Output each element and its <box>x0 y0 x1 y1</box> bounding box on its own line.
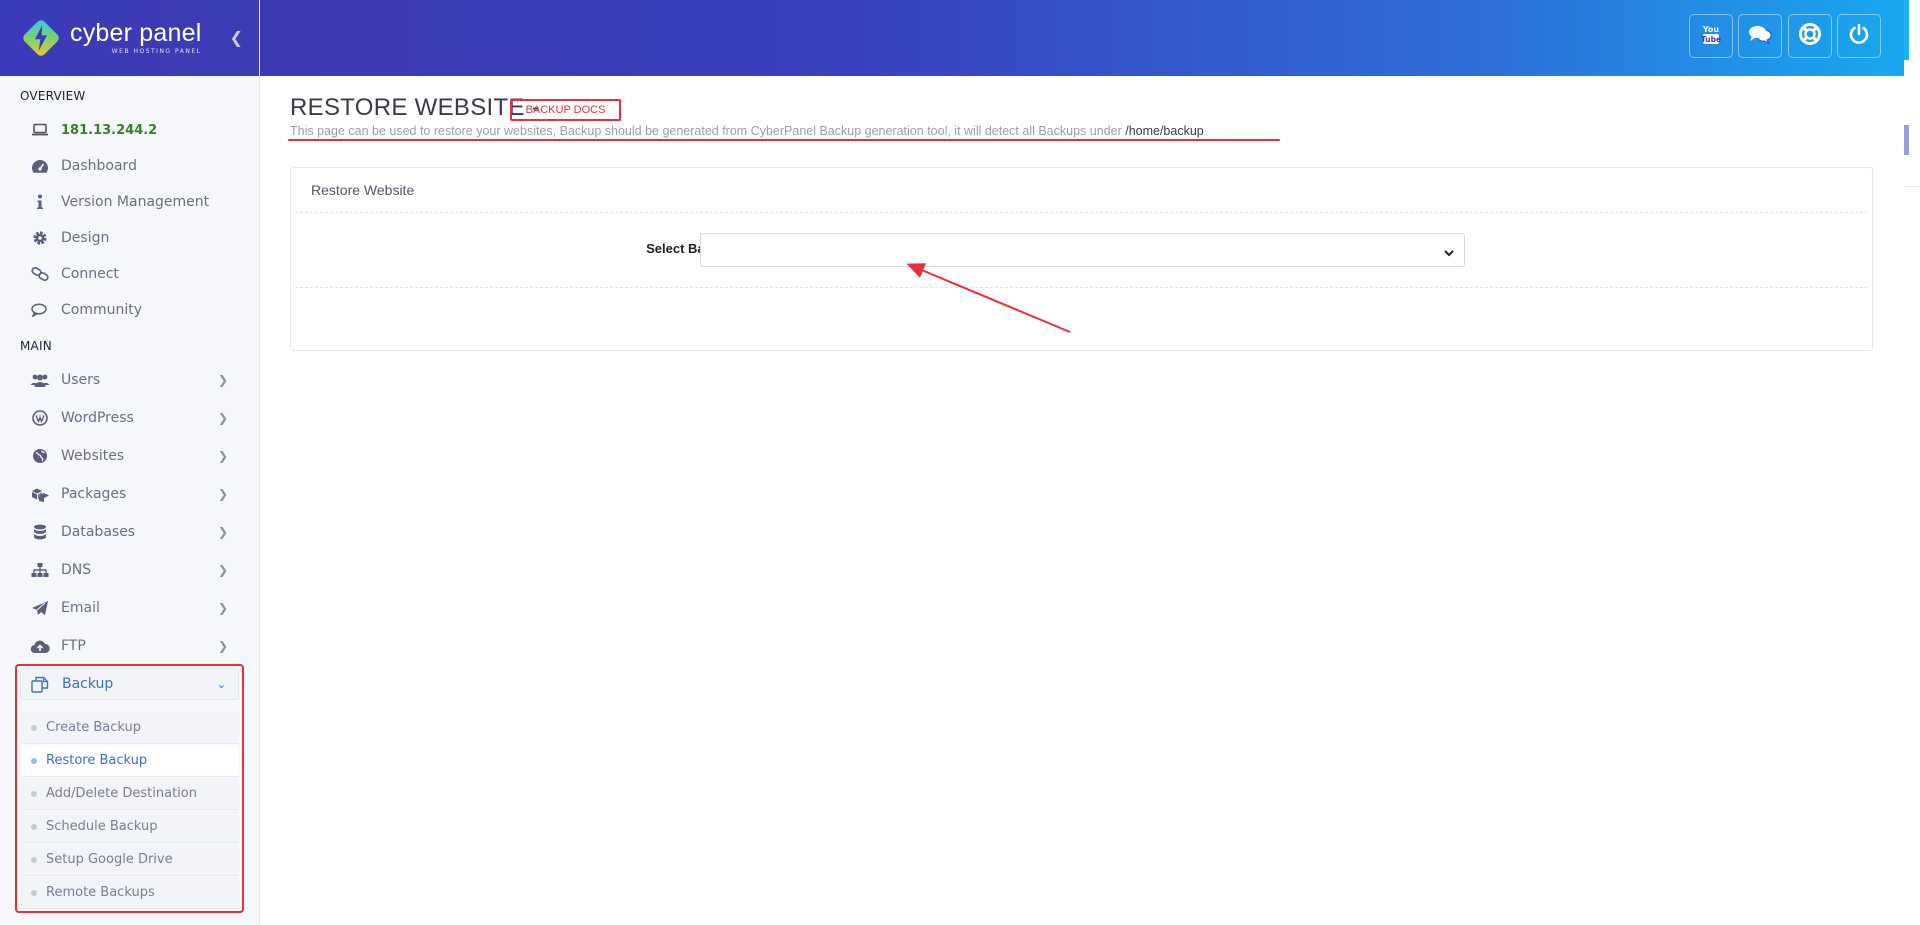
brand-logo-text[interactable]: cyber panel WEB HOSTING PANEL <box>70 21 201 55</box>
sidebar-item-community[interactable]: Community <box>20 293 240 327</box>
sidebar-item-design[interactable]: Design <box>20 221 240 255</box>
sidebar-item-server-ip[interactable]: 181.13.244.2 <box>20 113 240 147</box>
laptop-icon <box>30 121 50 139</box>
chevron-right-icon: ❯ <box>217 373 228 387</box>
sidebar-item-label: Community <box>61 302 143 318</box>
chevron-right-icon: ❯ <box>217 563 228 577</box>
page-description: This page can be used to restore your we… <box>290 124 1204 138</box>
chevron-right-icon: ❯ <box>217 601 228 615</box>
logout-button[interactable] <box>1837 14 1881 58</box>
wordpress-icon <box>30 409 50 427</box>
page-description-text: This page can be used to restore your we… <box>290 124 1122 138</box>
annotation-underline <box>288 139 1280 141</box>
sidebar-item-websites[interactable]: Websites ❯ <box>20 439 240 473</box>
sidebar-item-label: WordPress <box>61 410 134 426</box>
sidebar-item-label: Packages <box>61 486 127 502</box>
section-label-main: MAIN <box>20 339 52 353</box>
chevron-right-icon: ❯ <box>217 639 228 653</box>
sidebar-item-label: Dashboard <box>61 158 137 174</box>
backup-docs-link[interactable]: BACKUP DOCS <box>510 99 621 121</box>
brand-title: cyber panel <box>70 19 202 47</box>
sidebar: cyber panel WEB HOSTING PANEL ❮ OVERVIEW… <box>0 0 260 925</box>
sidebar-item-databases[interactable]: Databases ❯ <box>20 515 240 549</box>
chevron-down-icon <box>1443 244 1455 263</box>
restore-website-panel: Restore Website Select Backup <box>290 167 1873 351</box>
youtube-icon: You Tube <box>1701 23 1721 49</box>
sidebar-item-label: Email <box>61 600 100 616</box>
sitemap-icon <box>30 561 50 579</box>
cyberpanel-logo-icon[interactable] <box>21 18 61 58</box>
globe-icon <box>30 447 50 465</box>
dashboard-icon <box>30 157 50 175</box>
info-icon <box>30 193 50 211</box>
users-icon <box>30 371 50 389</box>
top-header: You Tube <box>260 0 1904 76</box>
svg-text:You: You <box>1702 25 1720 34</box>
chat-icon <box>30 301 50 319</box>
sidebar-item-ftp[interactable]: FTP ❯ <box>20 629 240 663</box>
server-ip-label: 181.13.244.2 <box>61 122 158 138</box>
page-title: RESTORE WEBSITE - <box>290 94 541 121</box>
brand-logo-bar: cyber panel WEB HOSTING PANEL ❮ <box>0 0 259 76</box>
database-icon <box>30 523 50 541</box>
sidebar-item-packages[interactable]: Packages ❯ <box>20 477 240 511</box>
sidebar-item-wordpress[interactable]: WordPress ❯ <box>20 401 240 435</box>
sidebar-item-label: Version Management <box>61 194 210 210</box>
chevron-right-icon: ❯ <box>217 487 228 501</box>
sidebar-item-label: Users <box>61 372 101 388</box>
right-edge-strip <box>1904 0 1920 925</box>
power-icon <box>1848 23 1870 49</box>
sidebar-item-label: FTP <box>61 638 86 654</box>
support-button[interactable] <box>1788 14 1832 58</box>
chevron-right-icon: ❯ <box>217 525 228 539</box>
chevron-right-icon: ❯ <box>217 411 228 425</box>
sidebar-item-label: Connect <box>61 266 119 282</box>
panel-divider <box>295 212 1868 213</box>
panel-title: Restore Website <box>311 182 415 198</box>
backup-path: /home/backup <box>1125 124 1204 138</box>
sidebar-item-label: DNS <box>61 562 92 578</box>
svg-text:Tube: Tube <box>1701 35 1721 44</box>
chat-bubbles-icon <box>1748 24 1772 48</box>
sidebar-item-users[interactable]: Users ❯ <box>20 363 240 397</box>
section-label-overview: OVERVIEW <box>20 89 86 103</box>
packages-icon <box>30 485 50 503</box>
sidebar-item-email[interactable]: Email ❯ <box>20 591 240 625</box>
sidebar-item-dns[interactable]: DNS ❯ <box>20 553 240 587</box>
select-backup-dropdown[interactable] <box>700 233 1465 267</box>
sidebar-item-label: Design <box>61 230 110 246</box>
link-icon <box>30 265 50 283</box>
sidebar-item-label: Websites <box>61 448 125 464</box>
chevron-right-icon: ❯ <box>217 449 228 463</box>
sidebar-item-version-management[interactable]: Version Management <box>20 185 240 219</box>
youtube-button[interactable]: You Tube <box>1689 14 1733 58</box>
sidebar-item-label: Databases <box>61 524 136 540</box>
cloud-upload-icon <box>30 637 50 655</box>
panel-divider <box>295 287 1868 288</box>
paper-plane-icon <box>30 599 50 617</box>
annotation-highlight-box <box>15 664 244 913</box>
chat-button[interactable] <box>1738 14 1782 58</box>
brand-subtitle: WEB HOSTING PANEL <box>111 48 202 55</box>
sidebar-item-connect[interactable]: Connect <box>20 257 240 291</box>
gear-icon <box>30 229 50 247</box>
chevron-left-icon[interactable]: ❮ <box>230 28 243 47</box>
sidebar-item-dashboard[interactable]: Dashboard <box>20 149 240 183</box>
life-ring-icon <box>1798 22 1822 50</box>
